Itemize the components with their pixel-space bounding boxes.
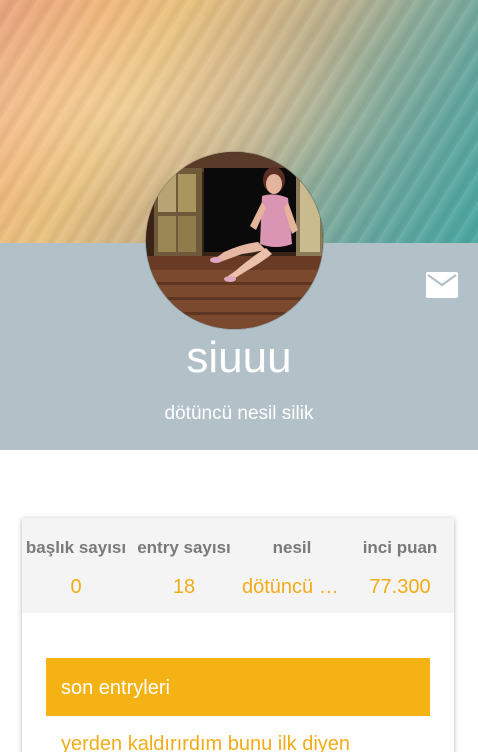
stat-topic-count[interactable]: başlık sayısı 0 xyxy=(22,518,130,613)
entry-item[interactable]: yerden kaldırırdım bunu ilk diyen xyxy=(61,732,441,752)
recent-entries-title: son entryleri xyxy=(61,677,170,699)
mail-icon xyxy=(426,272,458,298)
recent-entries-header[interactable]: son entryleri xyxy=(46,658,430,716)
stat-label: nesil xyxy=(272,538,312,557)
stat-value: 18 xyxy=(172,576,196,598)
stat-generation[interactable]: nesil dötüncü n... xyxy=(238,518,346,613)
stat-value: 0 xyxy=(70,576,82,598)
profile-generation: dötüncü nesil silik xyxy=(164,403,314,424)
avatar[interactable] xyxy=(146,152,323,329)
stat-entry-count[interactable]: entry sayısı 18 xyxy=(130,518,238,613)
stat-label: başlık sayısı xyxy=(25,538,127,557)
message-button[interactable] xyxy=(426,270,458,300)
profile-username: siuuu xyxy=(186,333,292,382)
stat-value: dötüncü n... xyxy=(242,576,346,598)
stats-card: başlık sayısı 0 entry sayısı 18 nesil dö… xyxy=(22,518,454,752)
stat-score[interactable]: inci puan 77.300 xyxy=(346,518,454,613)
stats-row: başlık sayısı 0 entry sayısı 18 nesil dö… xyxy=(22,518,454,613)
stat-value: 77.300 xyxy=(369,576,431,598)
stat-label: entry sayısı xyxy=(137,538,231,557)
stat-label: inci puan xyxy=(362,538,438,557)
profile-screen: siuuu dötüncü nesil silik başlık sayısı … xyxy=(0,0,478,752)
